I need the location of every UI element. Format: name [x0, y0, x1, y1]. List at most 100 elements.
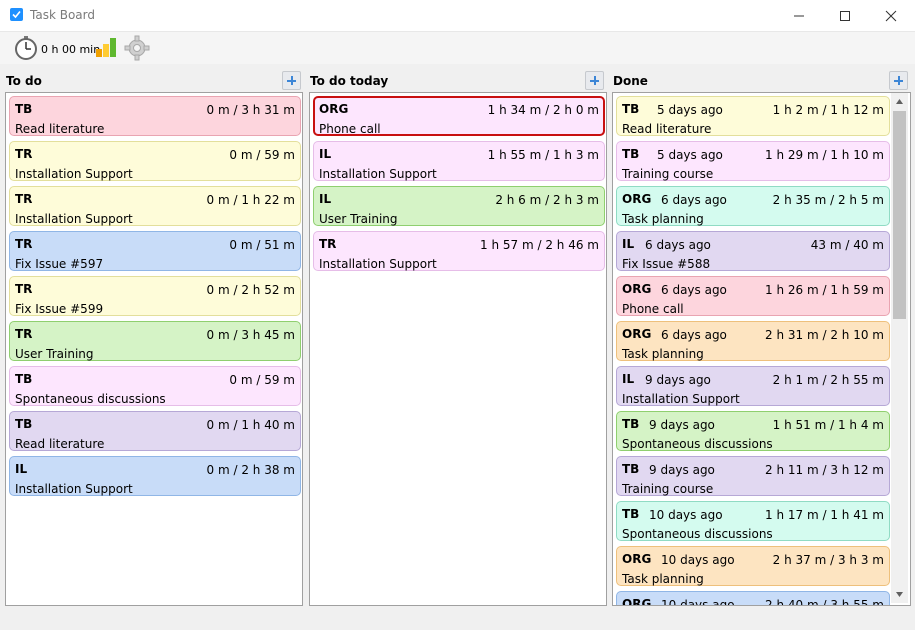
- task-time: 0 m / 2 h 52 m: [206, 283, 295, 297]
- done-task-card[interactable]: IL 9 days ago 2 h 1 m / 2 h 55 m Install…: [616, 366, 890, 406]
- task-card[interactable]: TR 0 m / 3 h 45 m User Training: [9, 321, 301, 361]
- task-card[interactable]: TB 0 m / 59 m Spontaneous discussions: [9, 366, 301, 406]
- scroll-down-arrow-icon[interactable]: [891, 586, 908, 603]
- close-button[interactable]: [868, 0, 914, 31]
- task-age: 6 days ago: [661, 193, 727, 207]
- task-name: Task planning: [622, 212, 704, 226]
- task-time: 1 h 57 m / 2 h 46 m: [480, 238, 599, 252]
- task-time: 43 m / 40 m: [810, 238, 884, 252]
- task-card[interactable]: TR 0 m / 1 h 22 m Installation Support: [9, 186, 301, 226]
- done-task-card[interactable]: TB 10 days ago 1 h 17 m / 1 h 41 m Spont…: [616, 501, 890, 541]
- stopwatch-icon[interactable]: [13, 35, 39, 64]
- task-tag: ORG: [622, 597, 652, 606]
- add-todo-button[interactable]: [282, 71, 301, 90]
- task-card[interactable]: TR 0 m / 51 m Fix Issue #597: [9, 231, 301, 271]
- task-name: Fix Issue #588: [622, 257, 711, 271]
- done-task-card[interactable]: ORG 10 days ago 2 h 40 m / 3 h 55 m: [616, 591, 890, 606]
- task-tag: ORG: [622, 282, 652, 296]
- task-time: 0 m / 1 h 22 m: [206, 193, 295, 207]
- task-age: 5 days ago: [657, 148, 723, 162]
- task-tag: ORG: [622, 192, 652, 206]
- task-name: Installation Support: [622, 392, 740, 406]
- done-task-card[interactable]: TB 5 days ago 1 h 29 m / 1 h 10 m Traini…: [616, 141, 890, 181]
- task-card[interactable]: IL 0 m / 2 h 38 m Installation Support: [9, 456, 301, 496]
- task-time: 0 m / 3 h 31 m: [206, 103, 295, 117]
- task-time: 2 h 40 m / 3 h 55 m: [765, 598, 884, 606]
- task-card[interactable]: TB 0 m / 1 h 40 m Read literature: [9, 411, 301, 451]
- done-task-card[interactable]: ORG 6 days ago 1 h 26 m / 1 h 59 m Phone…: [616, 276, 890, 316]
- task-time: 2 h 6 m / 2 h 3 m: [495, 193, 599, 207]
- task-tag: TB: [622, 417, 640, 431]
- task-age: 9 days ago: [649, 418, 715, 432]
- task-card[interactable]: IL 2 h 6 m / 2 h 3 m User Training: [313, 186, 605, 226]
- done-scrollbar[interactable]: [891, 93, 908, 603]
- add-today-button[interactable]: [585, 71, 604, 90]
- task-name: Read literature: [622, 122, 712, 136]
- task-name: User Training: [319, 212, 398, 226]
- done-task-card[interactable]: TB 9 days ago 1 h 51 m / 1 h 4 m Spontan…: [616, 411, 890, 451]
- task-age: 10 days ago: [661, 598, 735, 606]
- done-task-card[interactable]: TB 9 days ago 2 h 11 m / 3 h 12 m Traini…: [616, 456, 890, 496]
- task-card[interactable]: TB 0 m / 3 h 31 m Read literature: [9, 96, 301, 136]
- done-task-card[interactable]: TB 5 days ago 1 h 2 m / 1 h 12 m Read li…: [616, 96, 890, 136]
- add-done-button[interactable]: [889, 71, 908, 90]
- task-tag: TR: [15, 327, 33, 341]
- task-tag: TB: [15, 372, 33, 386]
- task-name: Installation Support: [15, 167, 133, 181]
- task-time: 0 m / 3 h 45 m: [206, 328, 295, 342]
- task-tag: TB: [15, 102, 33, 116]
- scrollbar-thumb[interactable]: [893, 111, 906, 319]
- task-time: 0 m / 1 h 40 m: [206, 418, 295, 432]
- task-tag: IL: [319, 147, 332, 161]
- task-card[interactable]: TR 0 m / 2 h 52 m Fix Issue #599: [9, 276, 301, 316]
- task-time: 0 m / 2 h 38 m: [206, 463, 295, 477]
- task-name: Training course: [622, 482, 714, 496]
- task-tag: ORG: [319, 102, 349, 116]
- task-name: Installation Support: [319, 167, 437, 181]
- task-tag: TR: [15, 237, 33, 251]
- task-tag: ORG: [622, 552, 652, 566]
- task-name: Spontaneous discussions: [622, 437, 773, 451]
- task-tag: TR: [15, 282, 33, 296]
- task-name: User Training: [15, 347, 94, 361]
- column-title-done: Done: [613, 74, 648, 88]
- done-task-card[interactable]: ORG 6 days ago 2 h 35 m / 2 h 5 m Task p…: [616, 186, 890, 226]
- task-name: Read literature: [15, 437, 105, 451]
- task-age: 9 days ago: [649, 463, 715, 477]
- task-name: Task planning: [622, 572, 704, 586]
- scroll-up-arrow-icon[interactable]: [891, 93, 908, 110]
- task-age: 6 days ago: [645, 238, 711, 252]
- window-title: Task Board: [30, 8, 95, 22]
- task-time: 1 h 26 m / 1 h 59 m: [765, 283, 884, 297]
- task-age: 6 days ago: [661, 283, 727, 297]
- task-card-selected[interactable]: ORG 1 h 34 m / 2 h 0 m Phone call: [313, 96, 605, 136]
- task-tag: TB: [622, 147, 640, 161]
- task-time: 2 h 31 m / 2 h 10 m: [765, 328, 884, 342]
- task-card[interactable]: TR 0 m / 59 m Installation Support: [9, 141, 301, 181]
- task-age: 10 days ago: [661, 553, 735, 567]
- task-time: 2 h 11 m / 3 h 12 m: [765, 463, 884, 477]
- done-task-card[interactable]: IL 6 days ago 43 m / 40 m Fix Issue #588: [616, 231, 890, 271]
- done-task-card[interactable]: ORG 6 days ago 2 h 31 m / 2 h 10 m Task …: [616, 321, 890, 361]
- task-name: Installation Support: [319, 257, 437, 271]
- minimize-button[interactable]: [776, 0, 822, 31]
- task-time: 1 h 2 m / 1 h 12 m: [772, 103, 884, 117]
- task-age: 9 days ago: [645, 373, 711, 387]
- task-tag: IL: [622, 372, 635, 386]
- timer-display: 0 h 00 min: [41, 43, 101, 56]
- task-card[interactable]: TR 1 h 57 m / 2 h 46 m Installation Supp…: [313, 231, 605, 271]
- task-time: 0 m / 51 m: [229, 238, 295, 252]
- settings-gear-icon[interactable]: [124, 35, 150, 64]
- task-tag: TB: [622, 507, 640, 521]
- task-tag: TR: [15, 147, 33, 161]
- task-tag: IL: [15, 462, 28, 476]
- task-card[interactable]: IL 1 h 55 m / 1 h 3 m Installation Suppo…: [313, 141, 605, 181]
- toolbar: 0 h 00 min: [0, 32, 915, 64]
- done-task-card[interactable]: ORG 10 days ago 2 h 37 m / 3 h 3 m Task …: [616, 546, 890, 586]
- maximize-button[interactable]: [822, 0, 868, 31]
- task-tag: TB: [15, 417, 33, 431]
- statistics-icon[interactable]: [95, 36, 119, 61]
- task-time: 1 h 51 m / 1 h 4 m: [772, 418, 884, 432]
- task-time: 0 m / 59 m: [229, 373, 295, 387]
- task-tag: TB: [622, 102, 640, 116]
